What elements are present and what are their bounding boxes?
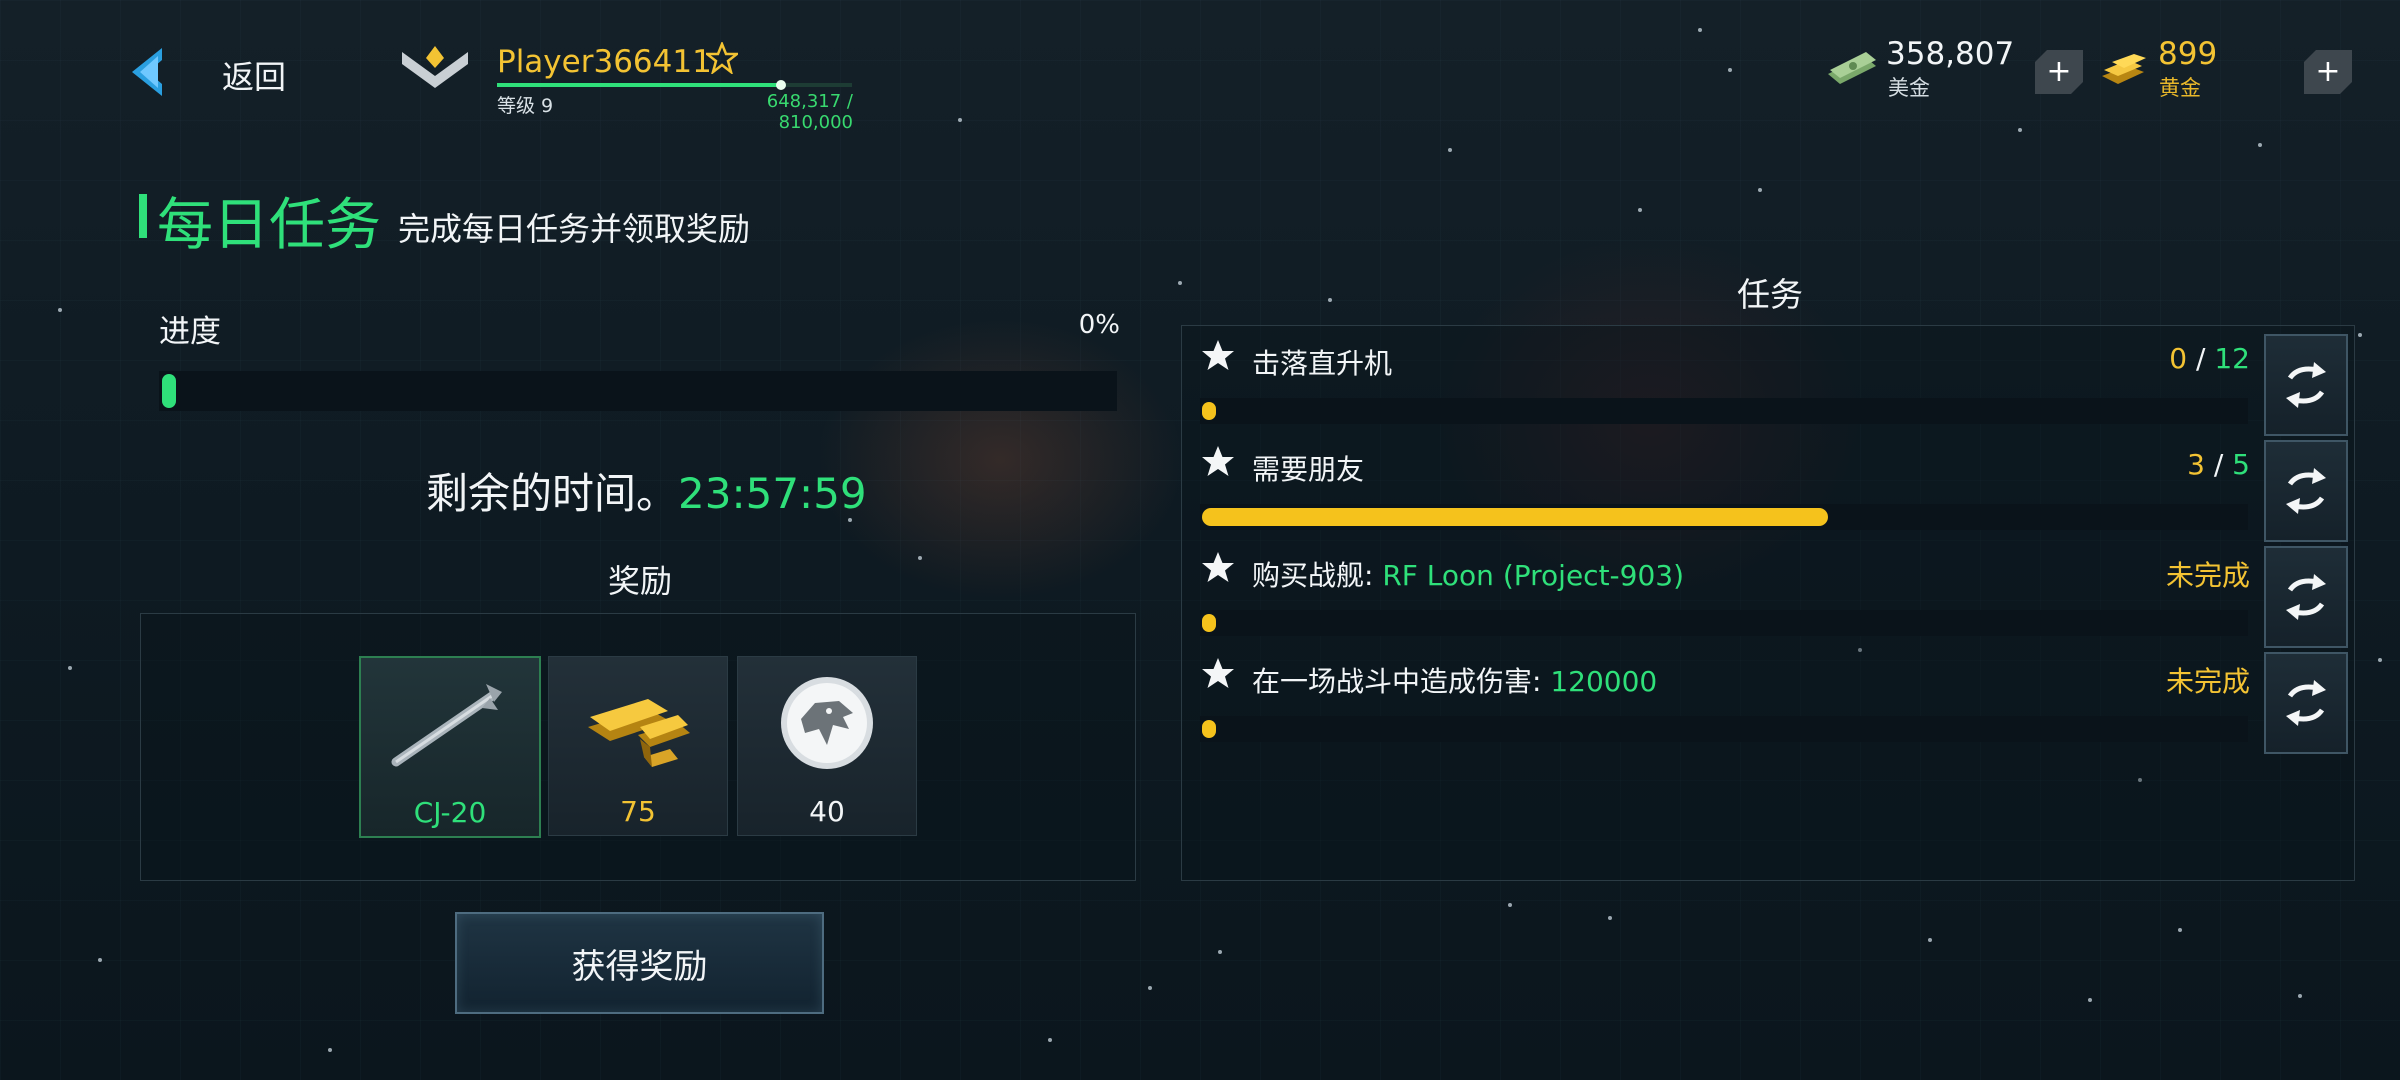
task-row: 击落直升机 0 / 12 [1200,332,2250,436]
progress-label: 进度 [159,314,221,350]
star-icon [1202,658,1234,688]
daily-progress-fill [162,374,176,408]
task-progress-fill [1202,402,1216,420]
player-level: 等级 9 [497,95,554,117]
task-row: 需要朋友 3 / 5 [1200,438,2250,542]
task-status-text: 未完成 [2165,665,2250,698]
title-accent-bar [139,194,147,238]
refresh-icon [2286,680,2326,726]
task-label-text: 在一场战斗中造成伤害: [1252,665,1551,698]
refresh-task-button[interactable] [2264,652,2348,754]
star-icon [1202,552,1234,582]
task-status-text: 未完成 [2165,559,2250,592]
add-cash-button[interactable]: + [2035,50,2083,94]
task-label: 在一场战斗中造成伤害: 120000 [1252,660,1657,700]
back-icon[interactable] [118,42,178,102]
tasks-title: 任务 [1737,275,1803,314]
daily-progress-track [159,371,1117,411]
refresh-icon [2286,362,2326,408]
star-icon [1202,446,1234,476]
task-progress-total: 5 [2232,448,2250,481]
rank-chevron-icon [402,46,468,88]
task-row: 在一场战斗中造成伤害: 120000 未完成 [1200,650,2250,754]
reward-item-missile[interactable]: CJ-20 [359,656,541,838]
reward-label: 40 [809,795,845,828]
reward-item-gold[interactable]: 75 [548,656,728,836]
task-label-text: 击落直升机 [1252,347,1393,380]
refresh-task-button[interactable] [2264,440,2348,542]
task-progress-fill [1202,720,1216,738]
time-remaining-value: 23:57:59 [678,469,867,518]
page-title: 每日任务 [157,193,381,258]
task-row: 购买战舰: RF Loon (Project-903) 未完成 [1200,544,2250,648]
task-progress-fill [1202,508,1828,526]
missile-icon [391,684,502,767]
eagle-emblem-icon [781,677,873,769]
task-label-highlight: 120000 [1550,665,1658,698]
xp-progress-fill [497,83,781,87]
xp-text: 648,317 / 810,000 [766,91,853,133]
task-label: 击落直升机 [1252,342,1392,382]
gold-label: 黄金 [2159,76,2201,100]
task-status: 3 / 5 [2187,448,2250,481]
task-status: 0 / 12 [2169,342,2250,375]
time-remaining: 剩余的时间。23:57:59 [426,460,867,521]
refresh-task-button[interactable] [2264,334,2348,436]
task-progress-current: 3 [2187,448,2205,481]
task-label-text: 需要朋友 [1252,453,1365,486]
task-status: 未完成 [2166,554,2250,594]
page-subtitle: 完成每日任务并领取奖励 [398,210,751,248]
star-outline-icon [706,42,738,74]
task-label-highlight: RF Loon (Project-903) [1382,559,1685,592]
gold-value: 899 [2158,36,2218,72]
rewards-title: 奖励 [607,562,672,600]
gold-icon [2102,54,2146,84]
gold-bars-icon [588,699,690,767]
task-progress-sep: / [2187,342,2215,375]
star-icon [1202,340,1234,370]
task-label: 购买战舰: RF Loon (Project-903) [1252,554,1684,594]
task-label: 需要朋友 [1252,448,1364,488]
task-progress-track [1200,398,2248,424]
refresh-icon [2286,468,2326,514]
reward-label: CJ-20 [413,796,487,829]
add-gold-button[interactable]: + [2304,50,2352,94]
xp-progress-bar [497,80,852,90]
player-name: Player366411 [497,44,712,80]
task-label-text: 购买战舰: [1252,559,1383,592]
reward-label: 75 [620,795,656,828]
task-progress-track [1200,610,2248,636]
progress-percent: 0% [1078,310,1120,340]
cash-value: 358,807 [1886,36,2015,72]
task-status: 未完成 [2166,660,2250,700]
task-progress-fill [1202,614,1216,632]
xp-progress-knob [776,80,786,90]
task-progress-track [1200,716,2248,742]
task-progress-current: 0 [2169,342,2188,375]
claim-rewards-button[interactable]: 获得奖励 [455,912,824,1014]
cash-icon [1828,52,1876,84]
cash-label: 美金 [1888,76,1930,100]
reward-item-emblem[interactable]: 40 [737,656,917,836]
refresh-task-button[interactable] [2264,546,2348,648]
task-progress-sep: / [2204,448,2233,481]
refresh-icon [2286,574,2326,620]
task-progress-total: 12 [2214,342,2250,375]
back-label[interactable]: 返回 [222,52,286,98]
time-remaining-label: 剩余的时间。 [426,469,679,518]
